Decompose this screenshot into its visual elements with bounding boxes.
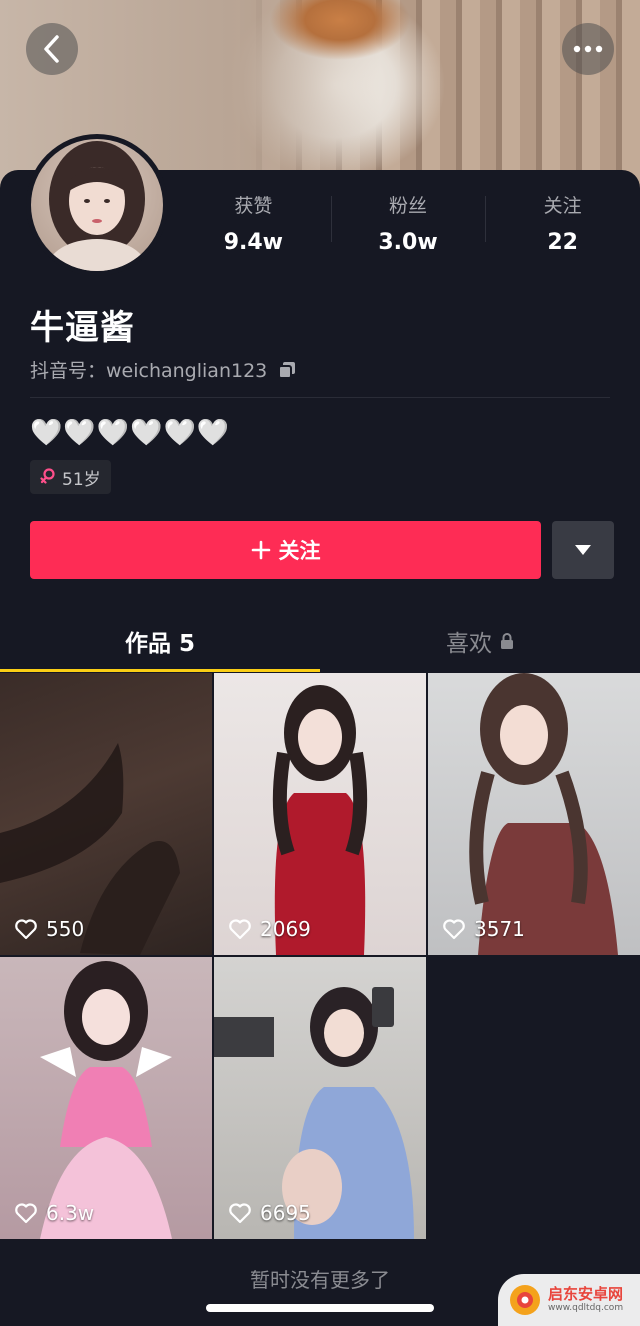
- nickname: 牛逼酱: [30, 308, 135, 348]
- home-indicator[interactable]: [206, 1304, 434, 1312]
- like-count-value: 2069: [260, 917, 311, 941]
- stat-label: 关注: [543, 195, 582, 217]
- chevron-left-icon: [44, 35, 59, 63]
- bio-text: 🤍🤍🤍🤍🤍🤍: [30, 418, 230, 448]
- stats-bar: 获赞 9.4w 粉丝 3.0w 关注 22: [176, 188, 640, 268]
- tab-likes-label: 喜欢: [446, 631, 492, 657]
- like-count: 550: [14, 917, 84, 941]
- recommend-dropdown-button[interactable]: [552, 521, 614, 579]
- watermark-url: www.qdltdq.com: [548, 1303, 624, 1313]
- like-count: 6.3w: [14, 1201, 94, 1225]
- like-count: 3571: [442, 917, 525, 941]
- back-button[interactable]: [26, 23, 78, 75]
- like-count-value: 3571: [474, 917, 525, 941]
- lock-icon: [501, 633, 513, 649]
- avatar[interactable]: [26, 134, 168, 276]
- copy-icon[interactable]: [277, 360, 297, 380]
- follow-button[interactable]: 关注: [30, 521, 541, 579]
- video-thumbnail[interactable]: 550: [0, 673, 212, 955]
- heart-outline-icon: [443, 919, 465, 940]
- heart-outline-icon: [229, 1203, 251, 1224]
- heart-outline-icon: [15, 919, 37, 940]
- douyin-id-row: 抖音号：weichanglian123: [30, 356, 297, 383]
- more-horizontal-icon: [573, 45, 603, 53]
- douyin-id: 抖音号：weichanglian123: [30, 360, 268, 382]
- video-thumbnail[interactable]: 6.3w: [0, 957, 212, 1239]
- like-count: 6695: [228, 1201, 311, 1225]
- watermark-icon: [510, 1285, 540, 1315]
- stat-value: 3.0w: [378, 230, 438, 255]
- video-thumbnail[interactable]: 2069: [214, 673, 426, 955]
- stat-label: 获赞: [234, 195, 273, 217]
- bio-text-content: 🤍🤍🤍🤍🤍🤍: [30, 418, 231, 448]
- video-thumbnail[interactable]: 6695: [214, 957, 426, 1239]
- follow-label: 关注: [278, 539, 321, 563]
- tab-works-label: 作品 5: [124, 631, 195, 657]
- like-count: 2069: [228, 917, 311, 941]
- stat-label: 粉丝: [389, 195, 428, 217]
- like-count-value: 6.3w: [46, 1201, 95, 1225]
- watermark-title: 启东安卓网: [548, 1285, 624, 1303]
- profile-tabs: 作品 5 喜欢: [0, 610, 640, 672]
- age-label: 51岁: [62, 469, 101, 490]
- stat-value: 22: [547, 230, 578, 255]
- like-count-value: 6695: [260, 1201, 311, 1225]
- stat-value: 9.4w: [223, 230, 283, 255]
- female-icon: [40, 468, 55, 484]
- divider: [30, 397, 610, 398]
- tab-likes[interactable]: 喜欢: [320, 610, 640, 672]
- watermark-logo: 启东安卓网 www.qdltdq.com: [498, 1274, 640, 1326]
- like-count-value: 550: [46, 917, 85, 941]
- more-button[interactable]: [562, 23, 614, 75]
- triangle-down-icon: [575, 545, 591, 555]
- video-thumbnail[interactable]: 3571: [428, 673, 640, 955]
- heart-outline-icon: [229, 919, 251, 940]
- stat-following[interactable]: 关注 22: [485, 188, 640, 268]
- avatar-image: [31, 139, 163, 271]
- plus-icon: [251, 540, 270, 560]
- tab-works[interactable]: 作品 5: [0, 610, 320, 672]
- heart-outline-icon: [15, 1203, 37, 1224]
- stat-likes[interactable]: 获赞 9.4w: [176, 188, 331, 268]
- age-gender-tag: 51岁: [30, 460, 111, 494]
- stat-followers[interactable]: 粉丝 3.0w: [330, 188, 486, 268]
